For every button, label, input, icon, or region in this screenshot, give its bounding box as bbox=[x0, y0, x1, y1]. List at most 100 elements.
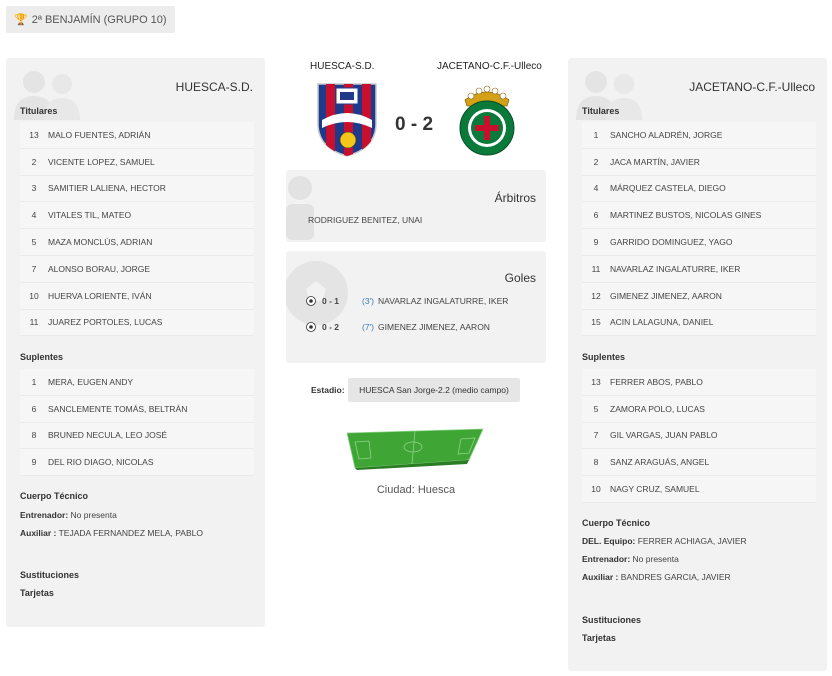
player-row: 7 ALONSO BORAU, JORGE bbox=[20, 255, 254, 283]
home-sustituciones-title: Sustituciones bbox=[20, 570, 80, 580]
home-titulares-list: 13 MALO FUENTES, ADRIÁN 2 VICENTE LOPEZ, SA… bbox=[20, 122, 254, 337]
ciudad-label: Ciudad: Huesca bbox=[376, 484, 456, 496]
player-name: MERA, EUGEN ANDY bbox=[48, 376, 134, 387]
player-number: 8 bbox=[31, 430, 37, 441]
player-row: 9 GARRIDO DOMINGUEZ, YAGO bbox=[582, 229, 816, 256]
player-name: MÁRQUEZ CASTELA, DIEGO bbox=[610, 183, 726, 194]
player-name: GIMENEZ JIMENEZ, AARON bbox=[610, 290, 722, 301]
player-number: 8 bbox=[593, 457, 599, 468]
away-cuerpo-title: Cuerpo Técnico bbox=[582, 518, 651, 528]
player-name: SANCLEMENTE TOMÁS, BELTRÁN bbox=[48, 403, 188, 414]
player-name: JACA MARTÍN, JAVIER bbox=[610, 156, 700, 167]
referee-person-icon bbox=[286, 176, 314, 240]
player-name: MALO FUENTES, ADRIÁN bbox=[48, 129, 151, 140]
away-team-name: JACETANO-C.F.-Ulleco bbox=[689, 80, 815, 94]
player-number: 12 bbox=[591, 290, 601, 301]
home-cuerpo-title: Cuerpo Técnico bbox=[20, 491, 89, 501]
player-row: 12 GIMENEZ JIMENEZ, AARON bbox=[582, 282, 816, 310]
player-row: 1 MERA, EUGEN ANDY bbox=[20, 369, 254, 396]
away-team-panel: JACETANO-C.F.-Ulleco Titulares 1 SANCHO A… bbox=[568, 58, 827, 671]
goal-score: 0 - 2 bbox=[322, 322, 340, 332]
player-row: 8 BRUNED NECULA, LEO JOSÉ bbox=[20, 422, 254, 450]
goal-row: 0 - 2 (7') GIMENEZ JIMENEZ, AARON bbox=[306, 322, 490, 332]
estadio-value: HUESCA San Jorge-2.2 (medio campo) bbox=[348, 378, 520, 402]
player-row: 13 FERRER ABOS, PABLO bbox=[582, 369, 816, 396]
player-name: MAZA MONCLÚS, ADRIAN bbox=[48, 237, 153, 248]
jacetano-crest-icon[interactable] bbox=[455, 82, 519, 156]
home-titulares-title: Titulares bbox=[20, 106, 58, 116]
away-tarjetas-title: Tarjetas bbox=[582, 633, 616, 643]
goal-minute: (3') bbox=[362, 296, 375, 306]
goles-title: Goles bbox=[504, 271, 536, 285]
player-row: 11 NAVARLAZ INGALATURRE, IKER bbox=[582, 255, 816, 283]
competition-badge: 🏆 2ª BENJAMÍN (GRUPO 10) bbox=[6, 6, 175, 33]
player-row: 2 VICENTE LOPEZ, SAMUEL bbox=[20, 148, 254, 176]
home-staff-entrenador: Entrenador: No presenta bbox=[20, 510, 117, 520]
player-name: VITALES TIL, MATEO bbox=[48, 210, 132, 221]
player-number: 13 bbox=[29, 129, 39, 140]
player-row: 4 MÁRQUEZ CASTELA, DIEGO bbox=[582, 175, 816, 203]
player-row: 5 ZAMORA POLO, LUCAS bbox=[582, 395, 816, 423]
player-name: HUERVA LORIENTE, IVÁN bbox=[48, 290, 152, 301]
estadio-label: Estadio: bbox=[311, 385, 345, 395]
arbitros-box: Árbitros RODRIGUEZ BENITEZ, UNAI bbox=[286, 170, 546, 242]
away-suplentes-title: Suplentes bbox=[582, 352, 626, 362]
player-row: 8 SANZ ARAGUÁS, ANGEL bbox=[582, 449, 816, 477]
player-name: SANZ ARAGUÁS, ANGEL bbox=[610, 457, 710, 468]
player-row: 11 JUAREZ PORTOLES, LUCAS bbox=[20, 309, 254, 337]
player-name: DEL RIO DIAGO, NICOLAS bbox=[48, 457, 154, 468]
player-row: 1 SANCHO ALADRÉN, JORGE bbox=[582, 122, 816, 149]
soccer-ball-icon bbox=[306, 322, 316, 332]
goal-score: 0 - 1 bbox=[322, 296, 340, 306]
player-number: 10 bbox=[29, 290, 39, 301]
player-name: GIL VARGAS, JUAN PABLO bbox=[610, 430, 718, 441]
away-suplentes-list: 13 FERRER ABOS, PABLO 5 ZAMORA POLO, LUCAS 7… bbox=[582, 369, 816, 503]
football-pitch-icon bbox=[346, 428, 484, 470]
away-titulares-title: Titulares bbox=[582, 106, 620, 116]
home-tarjetas-title: Tarjetas bbox=[20, 588, 54, 598]
player-number: 10 bbox=[591, 484, 601, 495]
huesca-crest-icon[interactable] bbox=[314, 80, 380, 158]
goles-box: Goles 0 - 1 (3') NAVARLAZ INGALATURRE, I… bbox=[286, 251, 546, 363]
away-header-name: JACETANO-C.F.-Ulleco bbox=[437, 61, 542, 72]
player-name: BRUNED NECULA, LEO JOSÉ bbox=[48, 430, 168, 441]
player-row: 6 MARTINEZ BUSTOS, NICOLAS GINES bbox=[582, 202, 816, 230]
goal-row: 0 - 1 (3') NAVARLAZ INGALATURRE, IKER bbox=[306, 296, 508, 306]
player-number: 4 bbox=[593, 183, 599, 194]
away-staff-entrenador: Entrenador: No presenta bbox=[582, 554, 679, 564]
player-name: ZAMORA POLO, LUCAS bbox=[610, 403, 705, 414]
player-number: 6 bbox=[31, 403, 37, 414]
referee-name: RODRIGUEZ BENITEZ, UNAI bbox=[308, 215, 423, 225]
player-number: 9 bbox=[593, 237, 599, 248]
player-number: 1 bbox=[31, 376, 37, 387]
player-number: 3 bbox=[31, 183, 37, 194]
home-header-name: HUESCA-S.D. bbox=[310, 61, 375, 72]
player-name: FERRER ABOS, PABLO bbox=[610, 376, 703, 387]
goal-scorer: NAVARLAZ INGALATURRE, IKER bbox=[378, 296, 509, 306]
player-row: 5 MAZA MONCLÚS, ADRIAN bbox=[20, 229, 254, 256]
home-team-panel: HUESCA-S.D. Titulares 13 MALO FUENTES, AD… bbox=[6, 58, 265, 627]
player-name: VICENTE LOPEZ, SAMUEL bbox=[48, 156, 155, 167]
trophy-icon: 🏆 bbox=[14, 14, 28, 26]
player-number: 4 bbox=[31, 210, 37, 221]
player-number: 2 bbox=[31, 156, 37, 167]
player-number: 11 bbox=[591, 263, 601, 274]
player-number: 15 bbox=[591, 317, 601, 328]
player-row: 10 NAGY CRUZ, SAMUEL bbox=[582, 476, 816, 503]
player-row: 2 JACA MARTÍN, JAVIER bbox=[582, 148, 816, 176]
away-sustituciones-title: Sustituciones bbox=[582, 615, 642, 625]
player-row: 9 DEL RIO DIAGO, NICOLAS bbox=[20, 449, 254, 477]
player-row: 13 MALO FUENTES, ADRIÁN bbox=[20, 122, 254, 149]
player-name: JUAREZ PORTOLES, LUCAS bbox=[48, 317, 163, 328]
player-name: SANCHO ALADRÉN, JORGE bbox=[610, 129, 723, 140]
home-staff-auxiliar: Auxiliar : TEJADA FERNANDEZ MELA, PABLO bbox=[20, 528, 203, 538]
player-name: ACIN LALAGUNA, DANIEL bbox=[610, 317, 714, 328]
player-row: 4 VITALES TIL, MATEO bbox=[20, 202, 254, 230]
player-number: 9 bbox=[31, 457, 37, 468]
home-team-name: HUESCA-S.D. bbox=[175, 80, 253, 94]
player-row: 15 ACIN LALAGUNA, DANIEL bbox=[582, 309, 816, 337]
player-name: MARTINEZ BUSTOS, NICOLAS GINES bbox=[610, 210, 762, 221]
player-name: NAGY CRUZ, SAMUEL bbox=[610, 484, 700, 495]
player-name: SAMITIER LALIENA, HECTOR bbox=[48, 183, 166, 194]
player-name: ALONSO BORAU, JORGE bbox=[48, 263, 151, 274]
